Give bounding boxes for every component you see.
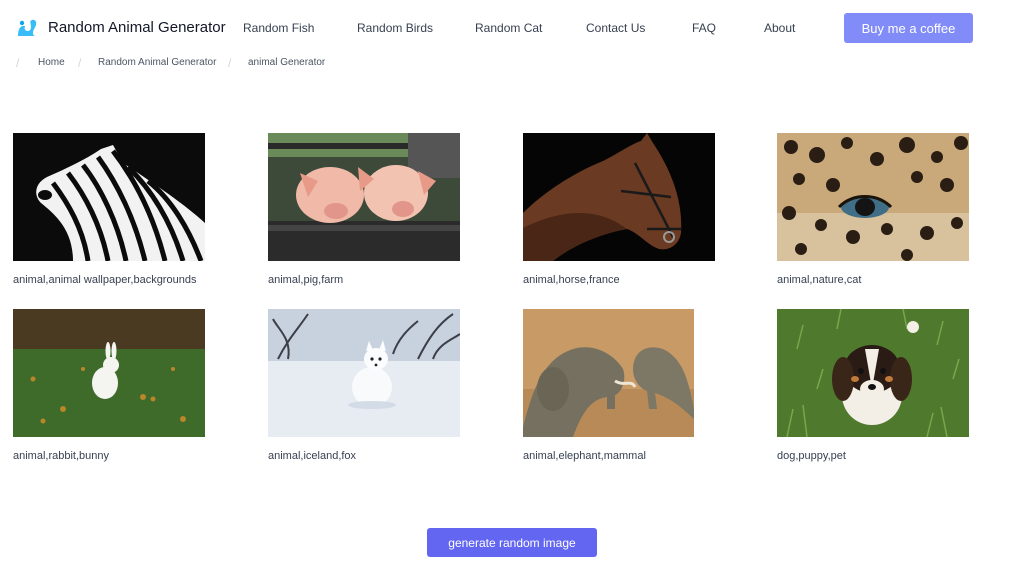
zebra-image[interactable] (13, 133, 205, 261)
breadcrumb-separator: / (78, 56, 82, 70)
breadcrumb-random-animal-generator[interactable]: Random Animal Generator (98, 57, 216, 68)
breadcrumb: / Home / Random Animal Generator / anima… (0, 56, 600, 70)
image-caption: animal,rabbit,bunny (13, 450, 110, 462)
breadcrumb-separator: / (228, 56, 232, 70)
nav-random-birds[interactable]: Random Birds (357, 21, 433, 35)
nav-faq[interactable]: FAQ (692, 21, 716, 35)
generate-random-image-button[interactable]: generate random image (427, 528, 597, 557)
breadcrumb-separator: / (16, 56, 20, 70)
image-caption: animal,nature,cat (777, 274, 862, 286)
buy-coffee-button[interactable]: Buy me a coffee (844, 13, 973, 43)
image-caption: animal,iceland,fox (268, 450, 357, 462)
image-caption: animal,animal wallpaper,backgrounds (13, 274, 197, 286)
image-caption: dog,puppy,pet (777, 450, 846, 462)
rabbit-image[interactable] (13, 309, 205, 437)
elephants-image[interactable] (523, 309, 694, 437)
nav-contact-us[interactable]: Contact Us (586, 21, 645, 35)
brand-title[interactable]: Random Animal Generator (48, 19, 226, 36)
nav-random-cat[interactable]: Random Cat (475, 21, 542, 35)
image-caption: animal,pig,farm (268, 274, 344, 286)
squirrel-logo-icon[interactable] (16, 18, 38, 38)
breadcrumb-animal-generator: animal Generator (248, 57, 326, 68)
puppy-image[interactable] (777, 309, 969, 437)
breadcrumb-home[interactable]: Home (38, 57, 65, 68)
nav-random-fish[interactable]: Random Fish (243, 21, 314, 35)
leopard-image[interactable] (777, 133, 969, 261)
pigs-image[interactable] (268, 133, 460, 261)
image-caption: animal,elephant,mammal (523, 450, 646, 462)
image-caption: animal,horse,france (523, 274, 620, 286)
nav-about[interactable]: About (764, 21, 795, 35)
arctic-fox-image[interactable] (268, 309, 460, 437)
site-header: Random Animal Generator Random Fish Rand… (0, 0, 1024, 56)
horse-image[interactable] (523, 133, 715, 261)
